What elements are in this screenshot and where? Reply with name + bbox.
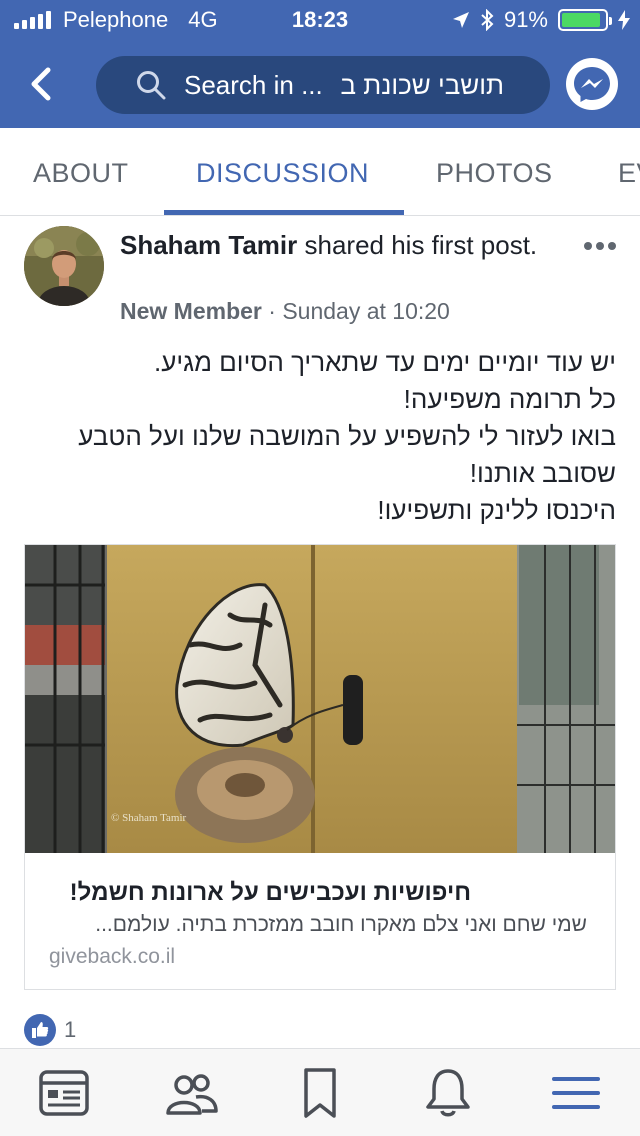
group-tabs: ABOUT DISCUSSION PHOTOS EV <box>0 128 640 216</box>
menu-hamburger-icon[interactable] <box>548 1065 604 1121</box>
author-name[interactable]: Shaham Tamir <box>120 230 297 260</box>
messenger-button[interactable] <box>566 58 618 110</box>
link-domain: giveback.co.il <box>49 945 176 968</box>
link-description: שמי שחם ואני צלם מאקרו חובב ממזכרת בתיה.… <box>95 913 587 936</box>
post-header: Shaham Tamir shared his first post. <box>120 228 560 262</box>
post-body-line: כל תרומה משפיעה! <box>403 384 616 414</box>
tab-photos[interactable]: PHOTOS <box>436 158 553 189</box>
photo-watermark: © Shaham Tamir <box>111 812 187 824</box>
feed-post: Shaham Tamir shared his first post. New … <box>0 216 640 1048</box>
location-arrow-icon <box>452 12 469 28</box>
post-meta: New Member · Sunday at 10:20 <box>120 298 450 325</box>
like-count: 1 <box>64 1017 77 1042</box>
charging-icon <box>618 10 630 30</box>
bluetooth-icon <box>481 9 494 31</box>
group-search-input[interactable]: Search in ... תושבי שכונת ב <box>96 56 550 114</box>
tab-about[interactable]: ABOUT <box>33 158 129 189</box>
post-body-line: יש עוד יומיים ימים עד שתאריך הסיום מגיע. <box>153 347 616 377</box>
battery-percent: 91% <box>503 7 548 32</box>
link-preview-card[interactable]: © Shaham Tamir חיפושיות ועכבישים על ארונ… <box>24 544 616 990</box>
group-nav-bar: Search in ... תושבי שכונת ב <box>0 48 640 120</box>
top-bar: Pelephone 4G 18:23 91% Search in ... תוש… <box>0 0 640 128</box>
post-timestamp[interactable]: Sunday at 10:20 <box>282 298 450 324</box>
like-thumb-icon <box>24 1014 56 1046</box>
reactions-summary[interactable]: 1 <box>24 1014 76 1046</box>
bottom-tab-bar <box>0 1048 640 1136</box>
more-options-icon[interactable] <box>582 238 618 254</box>
news-feed-icon[interactable] <box>36 1065 92 1121</box>
saved-bookmark-icon[interactable] <box>292 1065 348 1121</box>
notifications-bell-icon[interactable] <box>420 1065 476 1121</box>
link-preview-image[interactable]: © Shaham Tamir <box>25 545 615 853</box>
groups-icon[interactable] <box>164 1065 220 1121</box>
avatar[interactable] <box>24 226 104 306</box>
search-placeholder: Search in ... <box>184 70 323 100</box>
link-title[interactable]: חיפושיות ועכבישים על ארונות חשמל! <box>70 879 471 907</box>
post-action-text: shared his first post. <box>304 230 538 260</box>
member-badge: New Member <box>120 298 262 324</box>
messenger-icon <box>574 67 610 102</box>
post-body-line: בואו לעזור לי להשפיע על המושבה שלנו ועל … <box>78 421 616 451</box>
search-group-name: תושבי שכונת ב <box>340 70 504 100</box>
tab-discussion[interactable]: DISCUSSION <box>196 158 369 189</box>
status-bar: Pelephone 4G 18:23 91% <box>0 0 640 40</box>
post-body-line: שסובב אותנו! <box>469 458 616 488</box>
post-body: יש עוד יומיים ימים עד שתאריך הסיום מגיע.… <box>24 344 616 529</box>
post-body-line: היכנסו ללינק ותשפיעו! <box>377 495 616 525</box>
back-arrow-icon[interactable] <box>22 64 62 104</box>
meta-separator: · <box>268 298 276 324</box>
battery-icon <box>558 9 612 31</box>
active-tab-indicator <box>164 210 404 215</box>
tab-events[interactable]: EV <box>618 158 640 189</box>
search-icon <box>137 71 166 100</box>
